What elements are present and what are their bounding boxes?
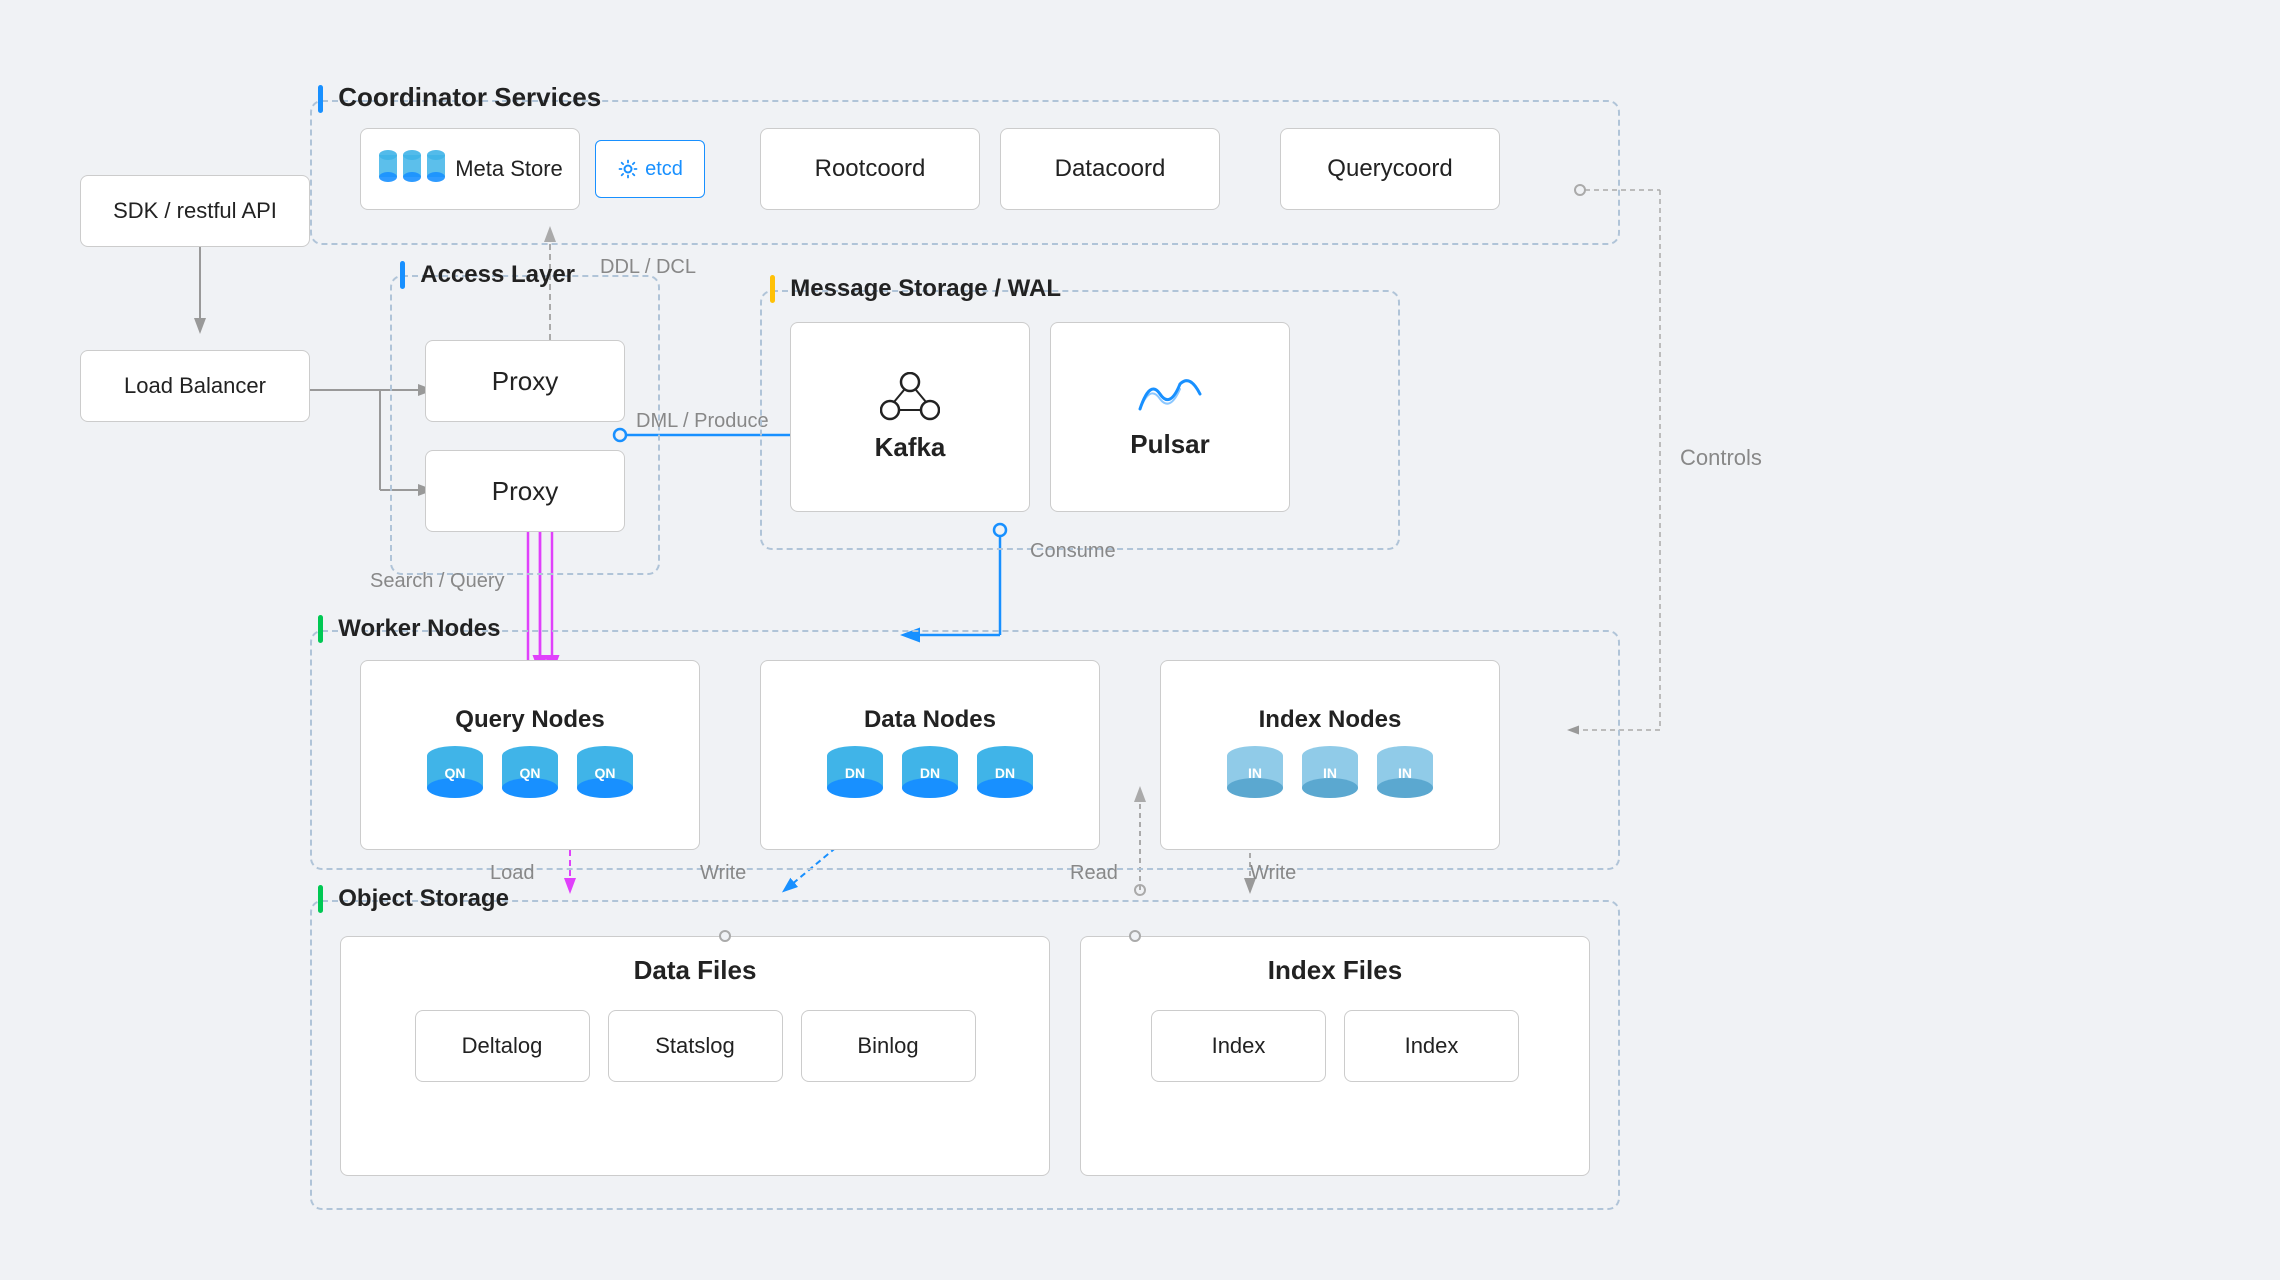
proxy2-label: Proxy <box>492 476 558 507</box>
proxy1-box: Proxy <box>425 340 625 422</box>
index-files-label: Index Files <box>1268 955 1402 986</box>
svg-text:DN: DN <box>919 765 939 781</box>
kafka-label: Kafka <box>875 432 946 463</box>
datacoord-box: Datacoord <box>1000 128 1220 210</box>
in-db-3: IN <box>1373 744 1438 804</box>
index2-box: Index <box>1344 1010 1519 1082</box>
write1-label: Write <box>700 862 746 885</box>
deltalog-box: Deltalog <box>415 1010 590 1082</box>
pulsar-icon <box>1135 374 1205 419</box>
load-balancer-box: Load Balancer <box>80 350 310 422</box>
svg-text:IN: IN <box>1248 765 1262 781</box>
dn-db-1: DN <box>823 744 888 804</box>
meta-store-label: Meta Store <box>455 156 563 182</box>
write2-label: Write <box>1250 862 1296 885</box>
sdk-label: SDK / restful API <box>113 198 277 224</box>
data-files-box: Data Files Deltalog Statslog Binlog <box>340 936 1050 1176</box>
index-files-items: Index Index <box>1151 1010 1519 1082</box>
meta-store-icon <box>377 145 447 193</box>
message-bar <box>770 275 775 303</box>
message-title: Message Storage / WAL <box>770 272 1061 303</box>
querycoord-box: Querycoord <box>1280 128 1500 210</box>
query-nodes-dbs: QN QN QN <box>423 744 638 804</box>
coordinator-bar <box>318 85 323 113</box>
querycoord-label: Querycoord <box>1327 155 1452 183</box>
consume-label: Consume <box>1030 540 1116 563</box>
qn-db-2: QN <box>498 744 563 804</box>
sdk-box: SDK / restful API <box>80 175 310 247</box>
ddl-dcl-label: DDL / DCL <box>600 256 696 279</box>
etcd-gear-icon <box>617 158 639 180</box>
dn-db-2: DN <box>898 744 963 804</box>
index-nodes-label: Index Nodes <box>1259 706 1402 734</box>
svg-text:DN: DN <box>994 765 1014 781</box>
data-files-circle <box>719 930 731 942</box>
index1-box: Index <box>1151 1010 1326 1082</box>
dn-db-3: DN <box>973 744 1038 804</box>
access-title: Access Layer <box>400 258 575 289</box>
index-files-box: Index Files Index Index <box>1080 936 1590 1176</box>
meta-store-box: Meta Store <box>360 128 580 210</box>
proxy2-box: Proxy <box>425 450 625 532</box>
object-bar <box>318 885 323 913</box>
svg-text:IN: IN <box>1398 765 1412 781</box>
controls-label: Controls <box>1680 445 1762 471</box>
index-nodes-box: Index Nodes IN IN IN <box>1160 660 1500 850</box>
etcd-box: etcd <box>595 140 705 198</box>
query-nodes-box: Query Nodes QN QN QN <box>360 660 700 850</box>
proxy1-label: Proxy <box>492 366 558 397</box>
statslog-box: Statslog <box>608 1010 783 1082</box>
data-nodes-dbs: DN DN DN <box>823 744 1038 804</box>
binlog-box: Binlog <box>801 1010 976 1082</box>
in-db-2: IN <box>1298 744 1363 804</box>
worker-title: Worker Nodes <box>318 612 501 643</box>
data-files-label: Data Files <box>634 955 757 986</box>
dml-produce-label: DML / Produce <box>636 410 769 433</box>
datacoord-label: Datacoord <box>1055 155 1166 183</box>
query-nodes-label: Query Nodes <box>455 706 604 734</box>
kafka-icon <box>880 372 940 422</box>
etcd-label: etcd <box>645 158 683 181</box>
pulsar-label: Pulsar <box>1130 429 1210 460</box>
load-balancer-label: Load Balancer <box>124 373 266 399</box>
read-label: Read <box>1070 862 1118 885</box>
svg-text:QN: QN <box>594 765 615 781</box>
object-title: Object Storage <box>318 882 509 913</box>
kafka-box: Kafka <box>790 322 1030 512</box>
index-nodes-dbs: IN IN IN <box>1223 744 1438 804</box>
svg-text:IN: IN <box>1323 765 1337 781</box>
rootcoord-box: Rootcoord <box>760 128 980 210</box>
diagram: Coordinator Services Meta Store etcd Roo… <box>0 0 2280 1280</box>
svg-text:DN: DN <box>844 765 864 781</box>
search-query-label: Search / Query <box>370 570 505 593</box>
qn-db-1: QN <box>423 744 488 804</box>
in-db-1: IN <box>1223 744 1288 804</box>
svg-text:QN: QN <box>519 765 540 781</box>
access-bar <box>400 261 405 289</box>
data-nodes-box: Data Nodes DN DN DN <box>760 660 1100 850</box>
svg-text:QN: QN <box>444 765 465 781</box>
pulsar-box: Pulsar <box>1050 322 1290 512</box>
coordinator-title: Coordinator Services <box>318 82 601 113</box>
worker-bar <box>318 615 323 643</box>
index-files-circle <box>1129 930 1141 942</box>
load-label: Load <box>490 862 535 885</box>
data-files-items: Deltalog Statslog Binlog <box>415 1010 976 1082</box>
rootcoord-label: Rootcoord <box>815 155 926 183</box>
qn-db-3: QN <box>573 744 638 804</box>
data-nodes-label: Data Nodes <box>864 706 996 734</box>
